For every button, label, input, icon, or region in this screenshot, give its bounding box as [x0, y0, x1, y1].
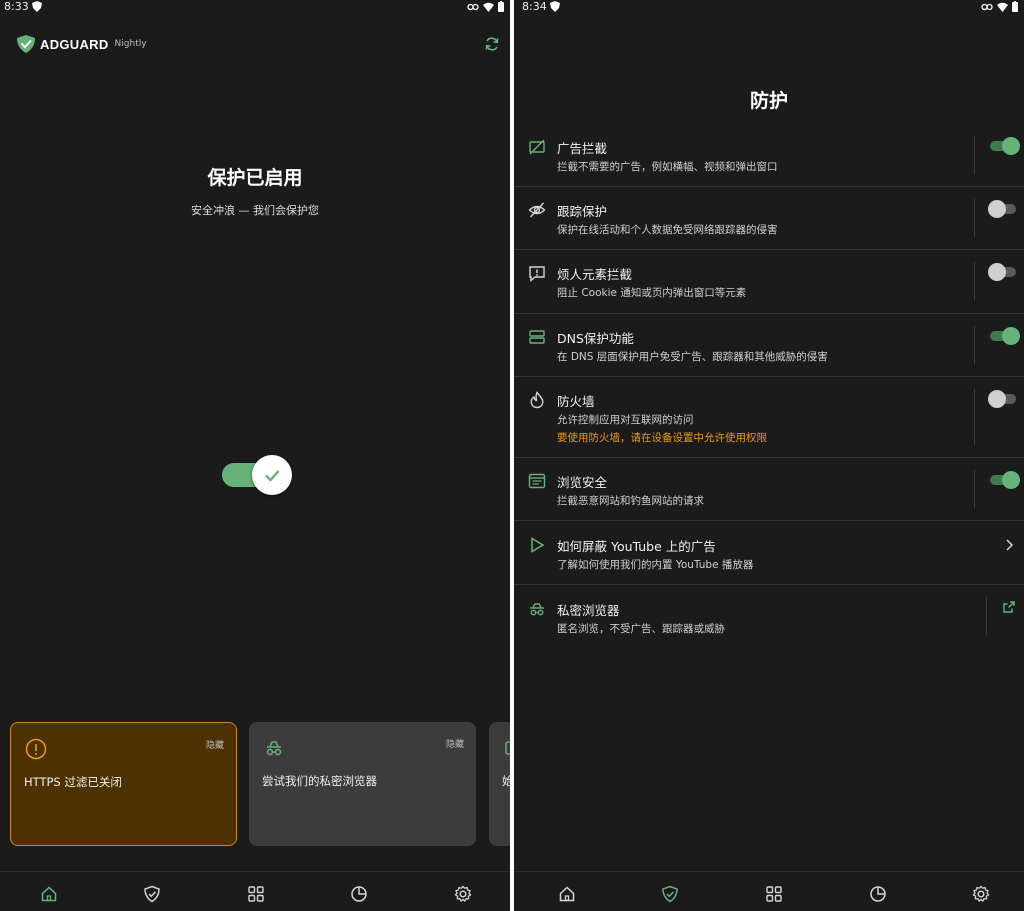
divider — [974, 262, 975, 300]
status-time: 8:34 — [522, 0, 547, 13]
firewall-icon — [530, 391, 544, 409]
row-title: 浏览安全 — [557, 475, 608, 490]
brand-edition: Nightly — [114, 39, 147, 49]
adguard-status-icon — [550, 1, 560, 12]
divider — [974, 470, 975, 508]
divider — [974, 389, 975, 445]
row-desc: 拦截恶意网站和钓鱼网站的请求 — [557, 495, 704, 507]
protection-toggle[interactable] — [222, 455, 292, 495]
statistics-icon[interactable] — [350, 885, 368, 903]
wifi-icon — [997, 2, 1008, 12]
external-link-icon[interactable] — [1002, 600, 1016, 614]
link-icon — [467, 3, 479, 10]
home-icon[interactable] — [40, 885, 58, 903]
settings-icon[interactable] — [454, 885, 472, 903]
card-text: 始 — [502, 774, 510, 788]
page-title: 防护 — [749, 90, 788, 112]
ad-block-icon — [529, 139, 545, 155]
row-desc: 保护在线活动和个人数据免受网络跟踪器的侵害 — [557, 224, 778, 236]
annoyance-icon — [529, 266, 545, 282]
protection-nav-icon[interactable] — [143, 885, 161, 903]
tracking-icon — [528, 202, 546, 218]
row-desc: 阻止 Cookie 通知或页内弹出窗口等元素 — [557, 287, 747, 299]
firewall-permission-warning[interactable]: 要使用防火墙，请在设备设置中允许使用权限 — [557, 430, 767, 445]
tracking-protection-switch[interactable] — [988, 200, 1020, 218]
check-icon — [265, 470, 280, 482]
row-firewall[interactable]: 防火墙 允许控制应用对互联网的访问 要使用防火墙，请在设备设置中允许使用权限 — [514, 377, 1024, 458]
partial-card[interactable]: 始 — [489, 722, 510, 846]
card-icon — [505, 741, 510, 755]
incognito-icon — [266, 741, 282, 756]
brand-name: ADGUARD — [40, 36, 109, 52]
row-title: 私密浏览器 — [557, 603, 620, 618]
row-desc: 在 DNS 层面保护用户免受广告、跟踪器和其他威胁的侵害 — [557, 351, 828, 363]
play-icon — [531, 537, 545, 553]
row-desc: 允许控制应用对互联网的访问 — [557, 414, 694, 426]
battery-icon — [1012, 1, 1018, 12]
dns-icon — [529, 330, 545, 344]
row-browsing-security[interactable]: 浏览安全 拦截恶意网站和钓鱼网站的请求 — [514, 458, 1024, 521]
row-desc: 拦截不需要的广告，例如横幅、视频和弹出窗口 — [557, 161, 778, 173]
private-browser-card[interactable]: 隐藏 尝试我们的私密浏览器 — [249, 722, 476, 846]
home-icon[interactable] — [558, 885, 576, 903]
divider — [974, 199, 975, 237]
row-title: 跟踪保护 — [557, 204, 608, 219]
dns-protection-switch[interactable] — [988, 327, 1020, 345]
ad-blocking-switch[interactable] — [988, 137, 1020, 155]
refresh-icon[interactable] — [484, 36, 500, 52]
row-ad-blocking[interactable]: 广告拦截 拦截不需要的广告，例如横幅、视频和弹出窗口 — [514, 124, 1024, 187]
row-annoyance-blocking[interactable]: 烦人元素拦截 阻止 Cookie 通知或页内弹出窗口等元素 — [514, 250, 1024, 314]
battery-icon — [498, 1, 504, 12]
row-title: 如何屏蔽 YouTube 上的广告 — [557, 539, 716, 554]
protection-screen: 8:34 防护 广告拦截 拦截不需要的广告，例如横幅、视频和弹出窗口 跟踪保护 … — [514, 0, 1024, 911]
hide-button[interactable]: 隐藏 — [446, 737, 464, 750]
adguard-status-icon — [32, 1, 42, 12]
browsing-security-icon — [528, 473, 546, 489]
status-time: 8:33 — [4, 0, 29, 13]
browsing-security-switch[interactable] — [988, 471, 1020, 489]
bottom-nav — [0, 871, 510, 911]
brand-header: ADGUARD Nightly — [16, 34, 147, 54]
protection-nav-icon[interactable] — [661, 885, 679, 903]
status-bar: 8:33 — [0, 0, 510, 14]
hide-button[interactable]: 隐藏 — [206, 738, 224, 751]
apps-icon[interactable] — [765, 885, 783, 903]
incognito-icon — [530, 603, 544, 616]
protection-status-subtitle: 安全冲浪 — 我们会保护您 — [191, 204, 319, 217]
divider — [986, 597, 987, 635]
card-text: 尝试我们的私密浏览器 — [262, 774, 377, 788]
system-icons — [467, 1, 504, 12]
status-bar: 8:34 — [514, 0, 1024, 14]
apps-icon[interactable] — [247, 885, 265, 903]
protection-status-title: 保护已启用 — [207, 167, 303, 189]
protection-toggle-knob — [252, 455, 292, 495]
row-desc: 匿名浏览，不受广告、跟踪器或威胁 — [557, 623, 725, 635]
row-title: 烦人元素拦截 — [557, 267, 633, 282]
card-text: HTTPS 过滤已关闭 — [24, 775, 122, 789]
system-icons — [981, 1, 1018, 12]
row-private-browser[interactable]: 私密浏览器 匿名浏览，不受广告、跟踪器或威胁 — [514, 585, 1024, 649]
row-desc: 了解如何使用我们的内置 YouTube 播放器 — [557, 559, 754, 571]
annoyance-blocking-switch[interactable] — [988, 263, 1020, 281]
divider — [974, 136, 975, 174]
adguard-logo-icon — [17, 35, 35, 53]
settings-icon[interactable] — [972, 885, 990, 903]
row-dns-protection[interactable]: DNS保护功能 在 DNS 层面保护用户免受广告、跟踪器和其他威胁的侵害 — [514, 314, 1024, 377]
row-youtube-ads[interactable]: 如何屏蔽 YouTube 上的广告 了解如何使用我们的内置 YouTube 播放… — [514, 521, 1024, 585]
row-title: 防火墙 — [557, 394, 595, 409]
row-title: 广告拦截 — [557, 141, 608, 156]
info-icon — [25, 738, 47, 760]
firewall-switch[interactable] — [988, 390, 1020, 408]
chevron-right-icon[interactable] — [1002, 538, 1016, 552]
statistics-icon[interactable] — [869, 885, 887, 903]
row-title: DNS保护功能 — [557, 331, 634, 346]
home-screen: 8:33 ADGUARD Nightly 保护已启用 安全冲浪 — 我们会保护您… — [0, 0, 510, 911]
https-filtering-card[interactable]: 隐藏 HTTPS 过滤已关闭 — [10, 722, 237, 846]
link-icon — [981, 3, 993, 10]
bottom-nav — [514, 871, 1024, 911]
wifi-icon — [483, 2, 494, 12]
divider — [974, 326, 975, 364]
row-tracking-protection[interactable]: 跟踪保护 保护在线活动和个人数据免受网络跟踪器的侵害 — [514, 187, 1024, 250]
